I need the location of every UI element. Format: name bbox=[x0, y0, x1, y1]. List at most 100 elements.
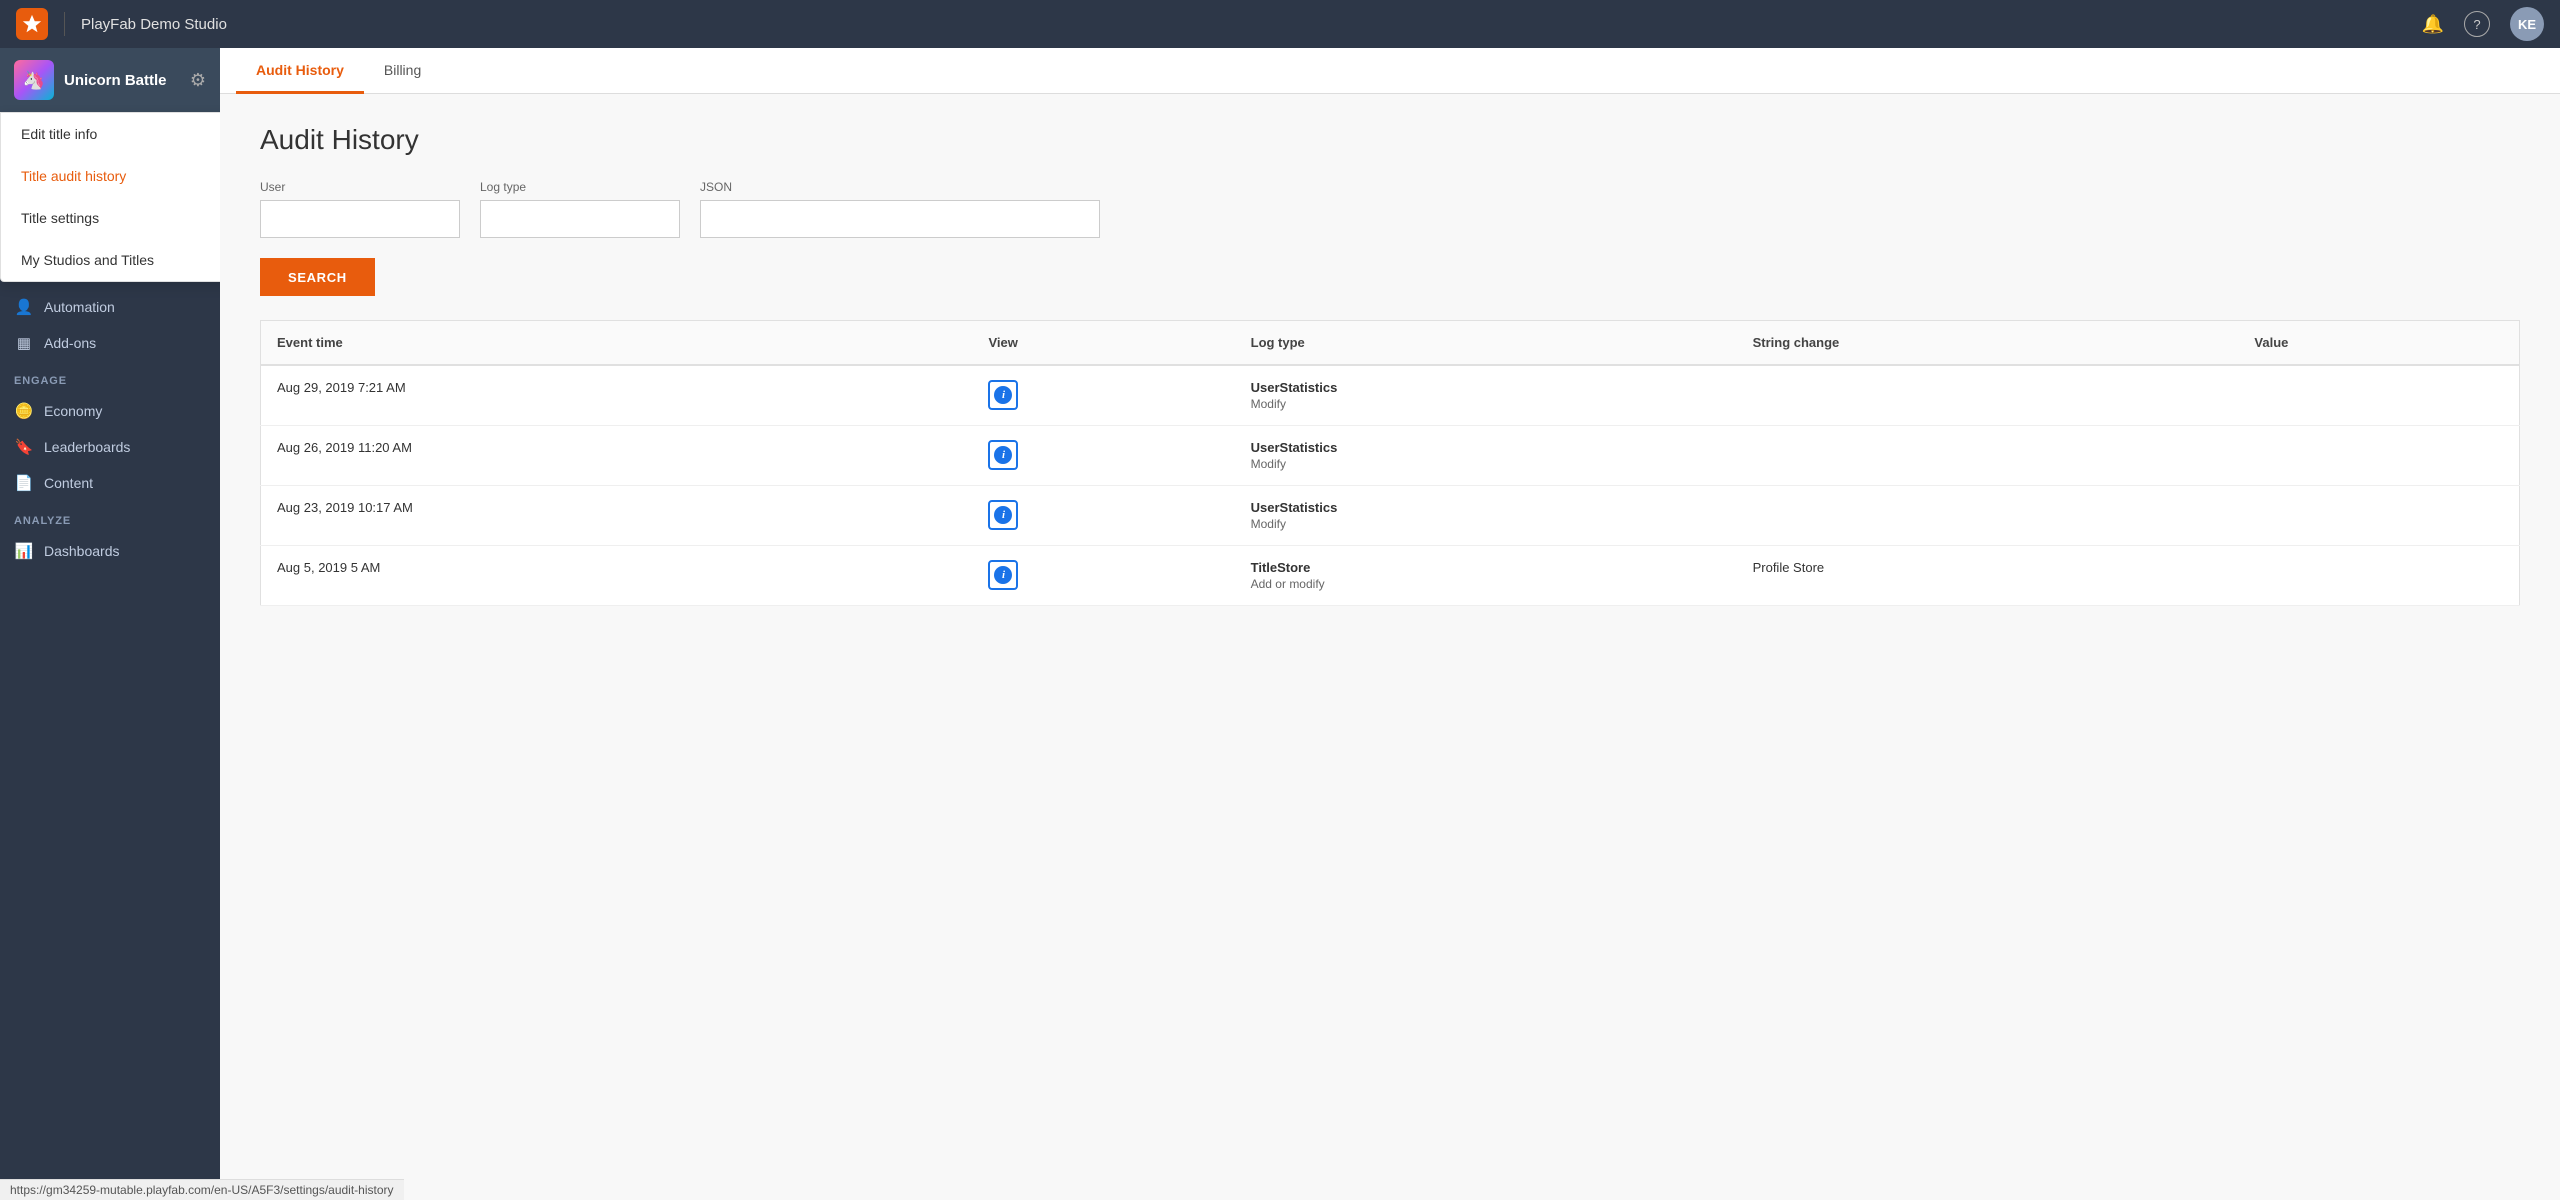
topbar: PlayFab Demo Studio 🔔 ? KE bbox=[0, 0, 2560, 48]
sidebar-item-leaderboards[interactable]: 🔖 Leaderboards bbox=[0, 429, 220, 465]
sidebar-item-addons[interactable]: ▦ Add-ons bbox=[0, 325, 220, 361]
tab-billing[interactable]: Billing bbox=[364, 48, 441, 94]
cell-log-type: UserStatistics Modify bbox=[1235, 426, 1737, 486]
table-row: Aug 29, 2019 7:21 AM i UserStatistics Mo… bbox=[261, 365, 2520, 426]
statusbar: https://gm34259-mutable.playfab.com/en-U… bbox=[0, 1179, 404, 1200]
cell-view: i bbox=[972, 426, 1234, 486]
log-type-main: UserStatistics bbox=[1251, 380, 1721, 395]
info-icon: i bbox=[994, 386, 1012, 404]
analyze-section-label: ANALYZE bbox=[0, 501, 220, 533]
addons-icon: ▦ bbox=[14, 334, 34, 352]
log-type-sub: Modify bbox=[1251, 517, 1721, 531]
layout: 🦄 Unicorn Battle ⚙ Edit title info Title… bbox=[0, 48, 2560, 1200]
user-avatar[interactable]: KE bbox=[2510, 7, 2544, 41]
cell-event-time: Aug 29, 2019 7:21 AM bbox=[261, 365, 973, 426]
studio-name: PlayFab Demo Studio bbox=[81, 16, 227, 33]
table-row: Aug 26, 2019 11:20 AM i UserStatistics M… bbox=[261, 426, 2520, 486]
col-string-change: String change bbox=[1737, 321, 2239, 366]
log-type-sub: Modify bbox=[1251, 397, 1721, 411]
json-filter-input[interactable] bbox=[700, 200, 1100, 238]
log-type-sub: Modify bbox=[1251, 457, 1721, 471]
log-type-filter-label: Log type bbox=[480, 180, 680, 194]
sidebar-item-dashboards[interactable]: 📊 Dashboards bbox=[0, 533, 220, 569]
sidebar-item-addons-label: Add-ons bbox=[44, 335, 96, 351]
tab-audit-history[interactable]: Audit History bbox=[236, 48, 364, 94]
info-icon: i bbox=[994, 446, 1012, 464]
log-type-filter-input[interactable] bbox=[480, 200, 680, 238]
cell-value bbox=[2238, 426, 2519, 486]
log-type-main: UserStatistics bbox=[1251, 500, 1721, 515]
statusbar-url: https://gm34259-mutable.playfab.com/en-U… bbox=[10, 1183, 394, 1197]
cell-view: i bbox=[972, 365, 1234, 426]
notification-icon[interactable]: 🔔 bbox=[2422, 14, 2444, 35]
dropdown-edit-title-info[interactable]: Edit title info bbox=[1, 113, 220, 155]
cell-event-time: Aug 26, 2019 11:20 AM bbox=[261, 426, 973, 486]
sidebar-item-dashboards-label: Dashboards bbox=[44, 543, 120, 559]
sidebar-item-economy[interactable]: 🪙 Economy bbox=[0, 393, 220, 429]
cell-log-type: TitleStore Add or modify bbox=[1235, 546, 1737, 606]
help-icon[interactable]: ? bbox=[2464, 11, 2490, 37]
cell-string-change bbox=[1737, 426, 2239, 486]
cell-value bbox=[2238, 546, 2519, 606]
cell-event-time: Aug 5, 2019 5 AM bbox=[261, 546, 973, 606]
cell-event-time: Aug 23, 2019 10:17 AM bbox=[261, 486, 973, 546]
sidebar-item-automation-label: Automation bbox=[44, 299, 115, 315]
filter-row: User Log type JSON bbox=[260, 180, 2520, 238]
automation-icon: 👤 bbox=[14, 298, 34, 316]
settings-dropdown: Edit title info Title audit history Titl… bbox=[0, 112, 220, 282]
cell-log-type: UserStatistics Modify bbox=[1235, 365, 1737, 426]
game-title: Unicorn Battle bbox=[64, 72, 190, 89]
cell-view: i bbox=[972, 486, 1234, 546]
cell-log-type: UserStatistics Modify bbox=[1235, 486, 1737, 546]
gear-icon[interactable]: ⚙ bbox=[190, 70, 206, 91]
info-icon: i bbox=[994, 566, 1012, 584]
economy-icon: 🪙 bbox=[14, 402, 34, 420]
table-row: Aug 23, 2019 10:17 AM i UserStatistics M… bbox=[261, 486, 2520, 546]
cell-view: i bbox=[972, 546, 1234, 606]
info-button[interactable]: i bbox=[988, 440, 1018, 470]
app-logo[interactable] bbox=[16, 8, 48, 40]
dropdown-title-audit-history[interactable]: Title audit history bbox=[1, 155, 220, 197]
topbar-divider bbox=[64, 12, 65, 36]
dropdown-title-settings[interactable]: Title settings bbox=[1, 197, 220, 239]
sidebar-item-economy-label: Economy bbox=[44, 403, 102, 419]
sidebar-item-automation[interactable]: 👤 Automation bbox=[0, 289, 220, 325]
tabs-bar: Audit History Billing bbox=[220, 48, 2560, 94]
user-filter-label: User bbox=[260, 180, 460, 194]
sidebar: 🦄 Unicorn Battle ⚙ Edit title info Title… bbox=[0, 48, 220, 1200]
log-type-main: TitleStore bbox=[1251, 560, 1721, 575]
cell-value bbox=[2238, 486, 2519, 546]
col-view: View bbox=[972, 321, 1234, 366]
user-filter-input[interactable] bbox=[260, 200, 460, 238]
cell-value bbox=[2238, 365, 2519, 426]
info-button[interactable]: i bbox=[988, 380, 1018, 410]
content-icon: 📄 bbox=[14, 474, 34, 492]
user-filter-group: User bbox=[260, 180, 460, 238]
page-title: Audit History bbox=[260, 124, 2520, 156]
game-icon: 🦄 bbox=[14, 60, 54, 100]
engage-section-label: ENGAGE bbox=[0, 361, 220, 393]
sidebar-item-content[interactable]: 📄 Content bbox=[0, 465, 220, 501]
audit-table: Event time View Log type String change V… bbox=[260, 320, 2520, 606]
main-content: Audit History Billing Audit History User… bbox=[220, 48, 2560, 1200]
info-button[interactable]: i bbox=[988, 560, 1018, 590]
sidebar-item-content-label: Content bbox=[44, 475, 93, 491]
topbar-right: 🔔 ? KE bbox=[2422, 7, 2544, 41]
json-filter-group: JSON bbox=[700, 180, 1100, 238]
dropdown-my-studios-and-titles[interactable]: My Studios and Titles bbox=[1, 239, 220, 281]
log-type-main: UserStatistics bbox=[1251, 440, 1721, 455]
cell-string-change bbox=[1737, 486, 2239, 546]
dashboards-icon: 📊 bbox=[14, 542, 34, 560]
content-area: Audit History User Log type JSON SEARC bbox=[220, 94, 2560, 1200]
table-row: Aug 5, 2019 5 AM i TitleStore Add or mod… bbox=[261, 546, 2520, 606]
col-value: Value bbox=[2238, 321, 2519, 366]
search-button[interactable]: SEARCH bbox=[260, 258, 375, 296]
leaderboards-icon: 🔖 bbox=[14, 438, 34, 456]
log-type-filter-group: Log type bbox=[480, 180, 680, 238]
sidebar-item-leaderboards-label: Leaderboards bbox=[44, 439, 130, 455]
col-log-type: Log type bbox=[1235, 321, 1737, 366]
info-button[interactable]: i bbox=[988, 500, 1018, 530]
game-header[interactable]: 🦄 Unicorn Battle ⚙ Edit title info Title… bbox=[0, 48, 220, 113]
cell-string-change bbox=[1737, 365, 2239, 426]
log-type-sub: Add or modify bbox=[1251, 577, 1721, 591]
